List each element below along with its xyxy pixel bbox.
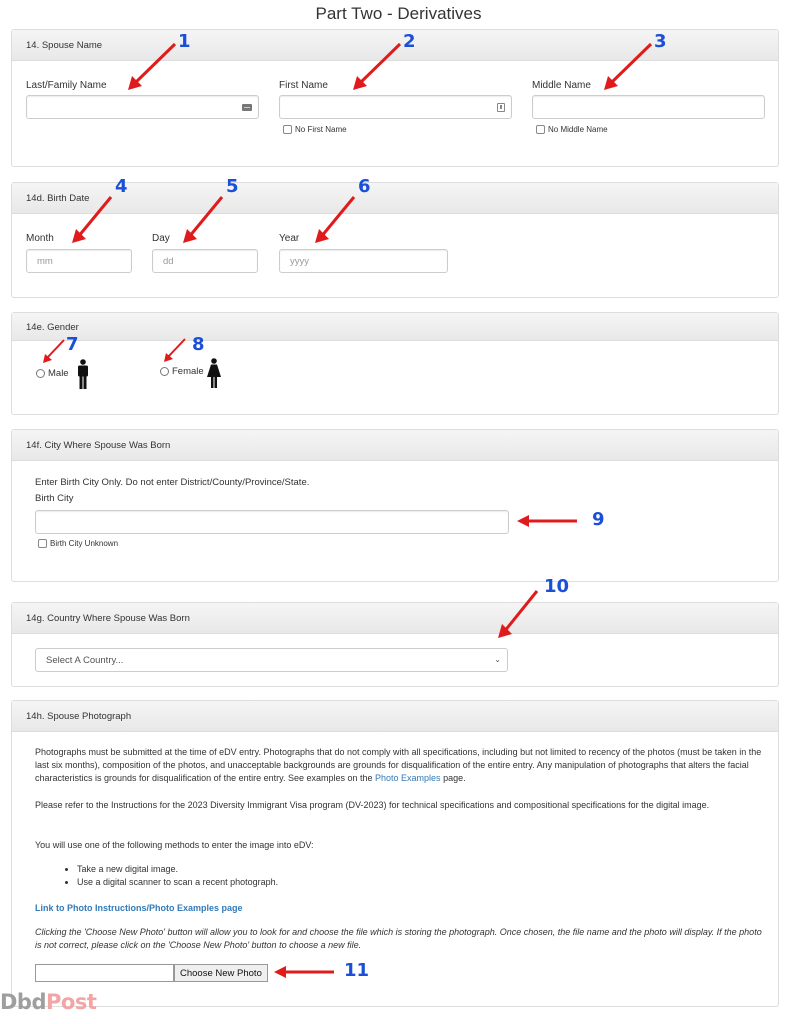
chevron-down-icon: ⌄ — [494, 655, 501, 664]
annotation-arrow-icon — [274, 966, 334, 978]
photo-file-name[interactable] — [35, 964, 174, 982]
panel-heading: 14h. Spouse Photograph — [12, 701, 778, 732]
checkbox-label: No Middle Name — [548, 125, 608, 134]
last-name-input[interactable] — [26, 95, 259, 119]
radio-circle[interactable] — [36, 369, 45, 378]
annotation-arrow-icon — [183, 196, 224, 243]
birth-city-instruction: Enter Birth City Only. Do not enter Dist… — [35, 477, 310, 488]
day-label: Day — [152, 233, 170, 244]
method-item: Use a digital scanner to scan a recent p… — [77, 876, 278, 889]
page-title: Part Two - Derivatives — [315, 4, 482, 23]
methods-list: Take a new digital image. Use a digital … — [63, 863, 278, 889]
checkbox-box[interactable] — [283, 125, 292, 134]
id-card-icon[interactable] — [497, 103, 505, 112]
radio-circle[interactable] — [160, 367, 169, 376]
no-middle-name-checkbox[interactable]: No Middle Name — [536, 125, 608, 134]
annotation-number: 5 — [226, 176, 239, 197]
annotation-number: 10 — [544, 576, 570, 597]
annotation-arrow-icon — [315, 196, 356, 243]
instructions-text: Please refer to the Instructions for the… — [35, 800, 710, 810]
no-first-name-checkbox[interactable]: No First Name — [283, 125, 347, 134]
annotation-number: 8 — [192, 334, 205, 355]
gender-panel: 14e. Gender Male Female — [11, 312, 779, 415]
birth-city-unknown-checkbox[interactable]: Birth City Unknown — [38, 539, 118, 548]
middle-name-input[interactable] — [532, 95, 765, 119]
month-label: Month — [26, 233, 54, 244]
panel-heading: 14g. Country Where Spouse Was Born — [12, 603, 778, 634]
choose-new-photo-button[interactable]: Choose New Photo — [174, 964, 268, 982]
annotation-arrow-icon — [517, 515, 577, 527]
watermark-part1: Dbd — [0, 990, 47, 1014]
annotation-arrow-icon — [498, 590, 539, 638]
first-name-label: First Name — [279, 80, 328, 91]
photo-requirements-end: page. — [440, 773, 466, 783]
checkbox-box[interactable] — [38, 539, 47, 548]
watermark-logo: DbdPost — [0, 990, 97, 1014]
first-name-input[interactable] — [279, 95, 512, 119]
female-figure-icon — [207, 358, 221, 388]
middle-name-label: Middle Name — [532, 80, 591, 91]
birth-country-panel: 14g. Country Where Spouse Was Born Selec… — [11, 602, 779, 687]
year-label: Year — [279, 233, 300, 244]
annotation-number: 11 — [344, 960, 370, 981]
month-input[interactable] — [26, 249, 132, 273]
male-figure-icon — [78, 359, 88, 389]
panel-heading: 14f. City Where Spouse Was Born — [12, 430, 778, 461]
choose-photo-note: Clicking the 'Choose New Photo' button w… — [35, 927, 762, 950]
radio-label: Female — [172, 366, 204, 377]
annotation-arrow-icon — [72, 196, 113, 243]
keyboard-icon[interactable] — [242, 104, 252, 111]
day-input[interactable] — [152, 249, 258, 273]
photograph-panel: 14h. Spouse Photograph Photographs must … — [11, 700, 779, 1007]
checkbox-box[interactable] — [536, 125, 545, 134]
gender-female-radio[interactable]: Female — [160, 366, 204, 377]
country-select-value: Select A Country... — [46, 655, 124, 666]
annotation-number: 6 — [358, 176, 371, 197]
panel-heading: 14e. Gender — [12, 313, 778, 341]
year-input[interactable] — [279, 249, 448, 273]
method-item: Take a new digital image. — [77, 863, 278, 876]
last-name-label: Last/Family Name — [26, 80, 107, 91]
photo-requirements-text: Photographs must be submitted at the tim… — [35, 746, 765, 785]
annotation-arrow-icon — [604, 42, 653, 90]
radio-label: Male — [48, 368, 69, 379]
photo-examples-link[interactable]: Photo Examples — [375, 773, 441, 783]
checkbox-label: No First Name — [295, 125, 347, 134]
annotation-number: 9 — [592, 509, 605, 530]
annotation-arrow-icon — [43, 339, 65, 363]
birth-date-panel: 14d. Birth Date Month Day Year — [11, 182, 779, 298]
annotation-number: 4 — [115, 176, 128, 197]
annotation-arrow-icon — [128, 42, 177, 90]
annotation-arrow-icon — [164, 338, 186, 362]
country-select[interactable]: Select A Country... ⌄ — [35, 648, 508, 672]
methods-intro-text: You will use one of the following method… — [35, 840, 314, 850]
birth-city-input[interactable] — [35, 510, 509, 534]
photo-file-picker[interactable]: Choose New Photo — [35, 964, 268, 982]
annotation-arrow-icon — [353, 42, 402, 90]
watermark-part2: Post — [46, 990, 97, 1014]
photo-instructions-link[interactable]: Link to Photo Instructions/Photo Example… — [35, 902, 243, 915]
birth-city-label: Birth City — [35, 493, 74, 504]
gender-male-radio[interactable]: Male — [36, 368, 69, 379]
checkbox-label: Birth City Unknown — [50, 539, 119, 548]
birth-city-panel: 14f. City Where Spouse Was Born Enter Bi… — [11, 429, 779, 582]
